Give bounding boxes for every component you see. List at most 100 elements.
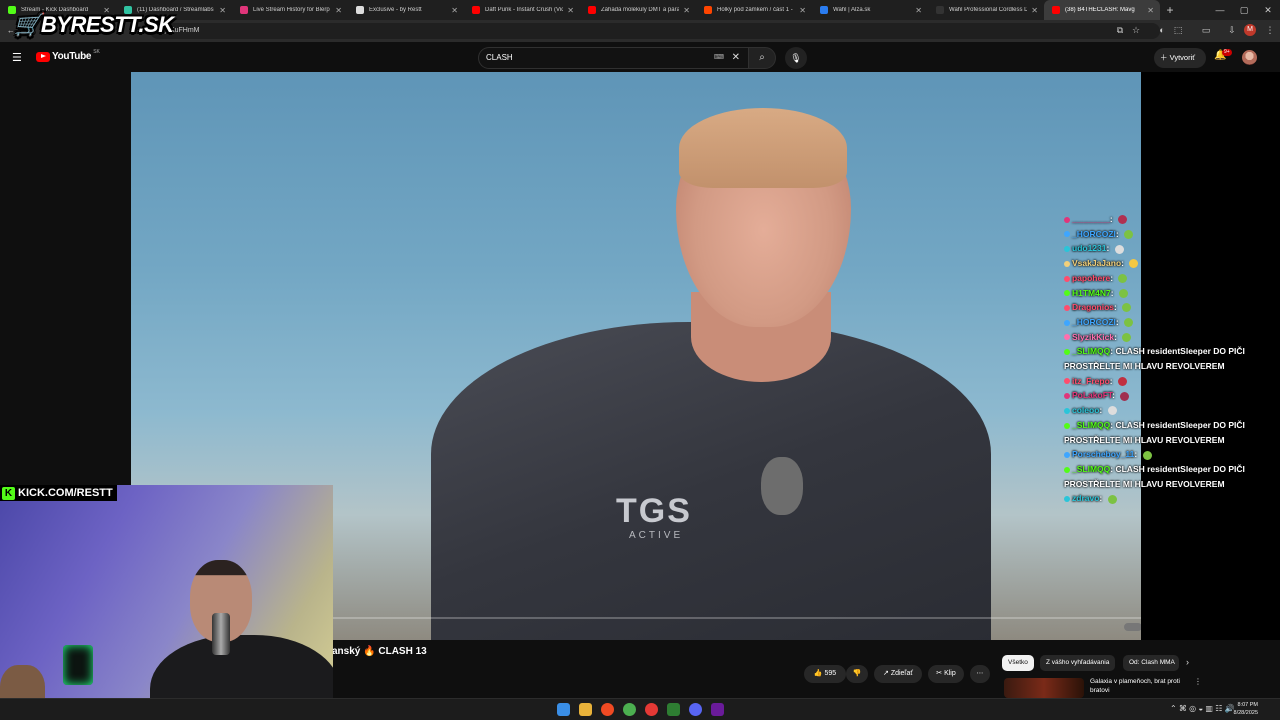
browser-tab[interactable]: (38) B4THECLASH: Mavg ✕ <box>1044 0 1160 20</box>
clip-button[interactable]: ✂ Klip <box>928 665 964 683</box>
tab-label: Wahl | Alza.sk <box>833 7 871 13</box>
tab-favicon-icon <box>588 6 596 14</box>
chip-from-channel[interactable]: Od: Clash MMA <box>1123 655 1179 671</box>
system-tray[interactable]: ⌃ ⌘ ◎ ◒ ▥ ☷ 🔊 <box>1170 704 1235 713</box>
chat-username: _HORCOZI <box>1072 316 1116 327</box>
lapel-mic <box>761 457 803 515</box>
chip-from-search[interactable]: Z vášho vyhľadávania <box>1040 655 1116 671</box>
chat-emote-icon <box>1120 391 1130 401</box>
tab-close-icon[interactable]: ✕ <box>915 6 922 15</box>
tab-close-icon[interactable]: ✕ <box>219 6 226 15</box>
chat-badge-icon <box>1064 216 1070 223</box>
chat-emote-icon <box>1114 244 1124 254</box>
dislike-button[interactable]: 👎 <box>846 665 868 683</box>
video-frame-shirt <box>431 322 991 640</box>
puzzle-icon[interactable]: ⬚ <box>1172 24 1184 36</box>
chat-message: VsakJaJano: <box>1064 256 1276 271</box>
voice-search-button[interactable]: 🎙 <box>785 47 807 69</box>
kick-channel-label: K KICK.COM/RESTT <box>0 485 117 501</box>
chat-username: itz_Frepo <box>1072 375 1110 386</box>
chat-message: H1TM4N7: <box>1064 286 1276 301</box>
new-tab-icon[interactable]: + <box>1160 3 1180 17</box>
browser-tab[interactable]: Daft Punk - Instant Crush (Vid ✕ <box>464 0 580 20</box>
chat-separator: : <box>1110 272 1116 283</box>
chat-message: _HORCOZI: <box>1064 227 1276 242</box>
taskbar-clock[interactable]: 8:07 PM 8/28/2025 <box>1226 701 1258 717</box>
recommendation-menu-icon[interactable]: ⋮ <box>1194 677 1202 686</box>
avatar[interactable] <box>1242 50 1257 65</box>
kick-logo-icon: K <box>2 486 15 500</box>
tab-close-icon[interactable]: ✕ <box>567 6 574 15</box>
search-icon: ⌕ <box>759 52 765 63</box>
address-bar-row: ← CQytKuFHmM ⧉ ☆ ◐ ⬚ ▭ ⇩ M ⋮ <box>0 20 1280 42</box>
create-button[interactable]: ＋ Vytvoriť <box>1154 48 1206 68</box>
chrome-icon[interactable] <box>623 703 636 716</box>
opera-icon[interactable] <box>645 703 658 716</box>
youtube-logo[interactable]: YouTube SK <box>36 49 100 62</box>
chat-badge-icon <box>1064 349 1070 356</box>
clear-search-icon[interactable]: ✕ <box>732 48 740 68</box>
chat-separator: : <box>1112 390 1118 401</box>
chat-separator: : <box>1106 243 1112 254</box>
downloads-icon[interactable]: ⇩ <box>1226 24 1238 36</box>
brave-browser-icon[interactable] <box>601 703 614 716</box>
search-button[interactable]: ⌕ <box>748 47 776 69</box>
keyboard-icon[interactable]: ⌨ <box>714 48 724 68</box>
like-button[interactable]: 👍 595 <box>804 665 846 683</box>
tab-close-icon[interactable]: ✕ <box>451 6 458 15</box>
browser-tab[interactable]: Wahl | Alza.sk ✕ <box>812 0 928 20</box>
menu-dots-icon[interactable]: ⋮ <box>1264 24 1276 36</box>
excel-icon[interactable] <box>667 703 680 716</box>
share-button[interactable]: ↗ Zdieľať <box>874 665 922 683</box>
browser-tab[interactable]: Live Stream History for Blerp ✕ <box>232 0 348 20</box>
chip-all[interactable]: Všetko <box>1002 655 1034 671</box>
minimize-icon[interactable]: — <box>1208 0 1232 20</box>
extension-icon[interactable]: ◐ <box>1156 24 1168 36</box>
start-menu-icon[interactable] <box>557 703 570 716</box>
tab-close-icon[interactable]: ✕ <box>335 6 342 15</box>
maximize-icon[interactable]: ▢ <box>1232 0 1256 20</box>
browser-tab[interactable]: Exclusive - by Restt ✕ <box>348 0 464 20</box>
autoplay-toggle[interactable] <box>1124 623 1141 631</box>
tab-close-icon[interactable]: ✕ <box>683 6 690 15</box>
chat-emote-icon <box>1107 406 1117 416</box>
tab-close-icon[interactable]: ✕ <box>1031 6 1038 15</box>
chat-badge-icon <box>1064 304 1070 311</box>
chat-emote-icon <box>1129 259 1139 269</box>
browser-tab[interactable]: Záhada molekuly DMT a para ✕ <box>580 0 696 20</box>
tab-close-icon[interactable]: ✕ <box>799 6 806 15</box>
chat-username: zdravo <box>1072 493 1100 504</box>
chat-emote-icon <box>1117 376 1127 386</box>
address-bar[interactable]: CQytKuFHmM <box>150 23 1160 39</box>
discord-icon[interactable] <box>689 703 702 716</box>
share-icon: ↗ <box>882 670 889 677</box>
chat-message: _SLIMQQ: CLASH residentSleeper DO PIČI P… <box>1064 418 1274 447</box>
chat-separator: : <box>1099 493 1105 504</box>
profile-icon[interactable]: M <box>1244 24 1256 36</box>
tab-favicon-icon <box>936 6 944 14</box>
app-icon[interactable] <box>711 703 724 716</box>
bookmark-star-icon[interactable]: ☆ <box>1130 24 1142 36</box>
browser-tab[interactable]: Holky pod zámkem / část 1 - ✕ <box>696 0 812 20</box>
recommendation-thumbnail[interactable] <box>1004 678 1084 698</box>
install-icon[interactable]: ⧉ <box>1114 24 1126 36</box>
file-explorer-icon[interactable] <box>579 703 592 716</box>
chat-badge-icon <box>1064 452 1070 458</box>
taskbar: ⌃ ⌘ ◎ ◒ ▥ ☷ 🔊 8:07 PM 8/28/2025 <box>0 698 1280 720</box>
split-view-icon[interactable]: ▭ <box>1200 24 1212 36</box>
chat-emote-icon <box>1122 303 1132 313</box>
tab-label: Wahl Professional Cordless D <box>949 7 1028 13</box>
chat-separator: : <box>1110 287 1116 298</box>
chat-username: _SLIMQQ <box>1072 346 1111 357</box>
chevron-right-icon[interactable]: › <box>1186 657 1189 667</box>
tab-favicon-icon <box>1052 6 1060 14</box>
hamburger-menu-icon[interactable]: ☰ <box>12 51 22 64</box>
search-input[interactable]: CLASH ⌨ ✕ <box>478 47 748 69</box>
tab-close-icon[interactable]: ✕ <box>1147 6 1154 15</box>
microphone-icon: 🎙 <box>790 53 802 63</box>
notification-count-badge: 9+ <box>1222 49 1232 56</box>
recommendation-title[interactable]: Galaxia v plameňoch, brat proti bratovi <box>1090 677 1194 695</box>
close-window-icon[interactable]: ✕ <box>1256 0 1280 20</box>
browser-tab[interactable]: Wahl Professional Cordless D ✕ <box>928 0 1044 20</box>
more-actions-button[interactable]: ⋯ <box>970 665 990 683</box>
